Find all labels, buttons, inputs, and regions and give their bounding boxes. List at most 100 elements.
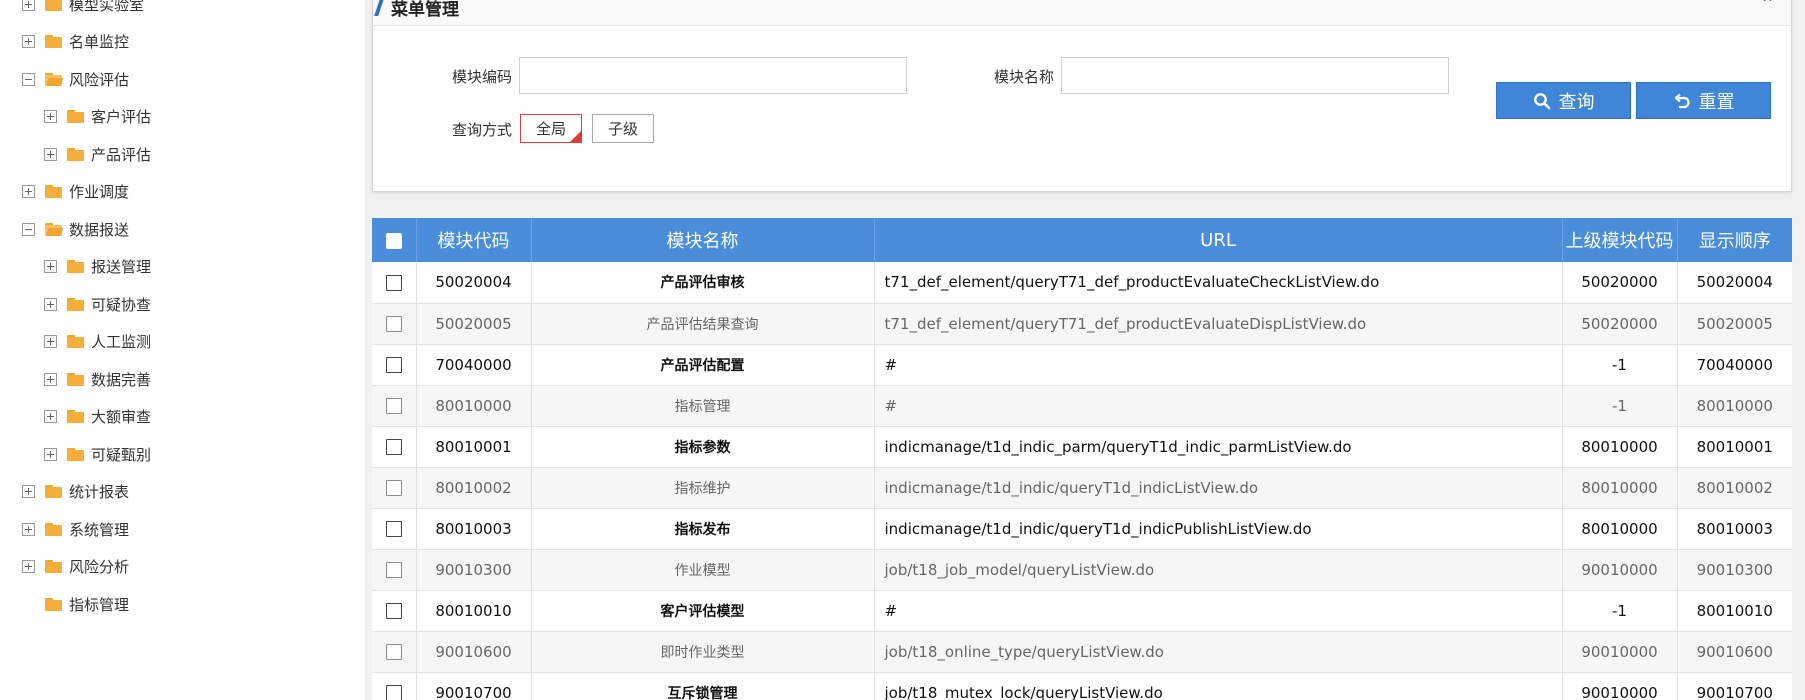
table-row[interactable]: 50020005 产品评估结果查询 t71_def_element/queryT71… xyxy=(372,303,1792,345)
table-row[interactable]: 80010002 指标维护 indicmanage/t1d_indic/queryT… xyxy=(372,467,1792,509)
sidebar-item[interactable]: 大额审查 xyxy=(44,402,151,432)
folder-icon xyxy=(45,185,62,198)
folder-icon xyxy=(45,597,62,611)
row-checkbox[interactable] xyxy=(385,274,402,291)
cell-parent-code: 80010000 xyxy=(1562,467,1678,509)
row-select-cell xyxy=(372,590,417,632)
table-row[interactable]: 80010010 客户评估模型 # -1 80010010 xyxy=(372,590,1792,632)
query-mode-label: 查询方式 xyxy=(452,121,513,139)
sidebar-item-label: 可疑甄别 xyxy=(91,445,152,464)
row-checkbox[interactable] xyxy=(385,562,402,578)
row-checkbox[interactable] xyxy=(385,603,402,619)
row-checkbox[interactable] xyxy=(385,439,402,455)
expand-icon[interactable] xyxy=(22,35,35,48)
table-row[interactable]: 90010600 即时作业类型 job/t18_online_type/queryL… xyxy=(372,631,1792,673)
cell-url: indicmanage/t1d_indic/queryT1d_indicList… xyxy=(874,467,1563,509)
table-row[interactable]: 90010700 互斥锁管理 job/t18_mutex_lock/queryLis… xyxy=(372,672,1792,700)
cell-parent-code: 90010000 xyxy=(1562,672,1678,700)
module-code-input[interactable] xyxy=(519,57,907,94)
cell-url: # xyxy=(874,590,1563,632)
row-checkbox[interactable] xyxy=(385,357,402,373)
cell-module-code: 90010300 xyxy=(416,549,532,591)
table-row[interactable]: 80010000 指标管理 # -1 80010000 xyxy=(372,385,1792,427)
cell-parent-code: -1 xyxy=(1562,590,1678,632)
row-checkbox[interactable] xyxy=(385,644,402,660)
sidebar-item[interactable]: 数据完善 xyxy=(44,364,151,394)
collapse-icon[interactable] xyxy=(22,72,35,86)
sidebar-item[interactable]: 可疑协查 xyxy=(44,289,151,319)
cell-url: # xyxy=(874,385,1563,427)
folder-icon xyxy=(45,522,62,536)
expand-icon[interactable] xyxy=(44,447,57,461)
table-row[interactable]: 90010300 作业模型 job/t18_job_model/queryListV… xyxy=(372,549,1792,591)
sidebar-item[interactable]: 作业调度 xyxy=(22,177,129,207)
cell-parent-code: 80010000 xyxy=(1562,426,1678,468)
cell-parent-code: 50020000 xyxy=(1562,303,1678,345)
expand-icon[interactable] xyxy=(44,147,57,161)
query-mode-global-button[interactable]: 全局 xyxy=(520,114,582,143)
sidebar-item[interactable]: 风险分析 xyxy=(22,552,129,582)
sidebar-item[interactable]: 名单监控 xyxy=(22,27,129,57)
column-header-order[interactable]: 显示顺序 xyxy=(1677,218,1792,262)
row-select-cell xyxy=(372,508,417,550)
sidebar-item-label: 数据完善 xyxy=(91,370,152,389)
module-code-label: 模块编码 xyxy=(452,68,513,86)
select-all-checkbox[interactable] xyxy=(385,232,402,249)
expand-icon[interactable] xyxy=(22,185,35,198)
column-header-parent[interactable]: 上级模块代码 xyxy=(1562,218,1678,262)
cell-module-name: 作业模型 xyxy=(531,549,875,591)
query-mode-child-button[interactable]: 子级 xyxy=(592,114,654,143)
reset-button[interactable]: 重置 xyxy=(1636,82,1771,119)
collapse-icon[interactable]: ^ xyxy=(1762,0,1773,11)
sidebar-item[interactable]: 人工监测 xyxy=(44,327,151,357)
sidebar-item[interactable]: 统计报表 xyxy=(22,477,129,507)
expand-icon[interactable] xyxy=(44,260,57,273)
column-header-name[interactable]: 模块名称 xyxy=(531,218,875,262)
expand-icon[interactable] xyxy=(22,485,35,498)
row-checkbox[interactable] xyxy=(385,316,402,332)
table-row[interactable]: 70040000 产品评估配置 # -1 70040000 xyxy=(372,344,1792,386)
cell-display-order: 80010001 xyxy=(1677,426,1792,468)
sidebar-item[interactable]: 模型实验室 xyxy=(22,0,144,19)
expand-icon[interactable] xyxy=(22,560,35,573)
expand-icon[interactable] xyxy=(44,110,57,123)
expand-icon[interactable] xyxy=(44,410,57,423)
column-header-code[interactable]: 模块代码 xyxy=(416,218,532,262)
table-row[interactable]: 80010001 指标参数 indicmanage/t1d_indic_parm/q… xyxy=(372,426,1792,468)
sidebar-item-label: 风险分析 xyxy=(69,558,130,576)
row-select-cell xyxy=(372,426,417,468)
sidebar-item[interactable]: 数据报送 xyxy=(22,214,129,244)
collapse-icon[interactable] xyxy=(22,222,35,236)
search-button[interactable]: 查询 xyxy=(1496,82,1631,119)
cell-module-code: 50020004 xyxy=(416,262,532,304)
row-checkbox[interactable] xyxy=(385,521,402,537)
sidebar-item[interactable]: 产品评估 xyxy=(44,139,151,169)
expand-icon[interactable] xyxy=(44,335,57,348)
sidebar-item[interactable]: 风险评估 xyxy=(22,64,129,94)
expand-icon[interactable] xyxy=(22,0,35,11)
table-row[interactable]: 50020004 产品评估审核 t71_def_element/queryT71_d… xyxy=(372,262,1792,304)
module-name-input[interactable] xyxy=(1061,57,1449,94)
cell-display-order: 90010600 xyxy=(1677,631,1792,673)
cell-module-name: 指标参数 xyxy=(531,426,875,468)
row-checkbox[interactable] xyxy=(385,685,402,700)
column-header-url[interactable]: URL xyxy=(874,218,1563,262)
sidebar-item[interactable]: 指标管理 xyxy=(22,589,129,619)
cell-display-order: 80010000 xyxy=(1677,385,1792,427)
cell-url: t71_def_element/queryT71_def_productEval… xyxy=(874,303,1563,345)
sidebar-item[interactable]: 报送管理 xyxy=(44,252,151,282)
row-select-cell xyxy=(372,344,417,386)
sidebar-item[interactable]: 系统管理 xyxy=(22,514,129,544)
table-row[interactable]: 80010003 指标发布 indicmanage/t1d_indic/queryT… xyxy=(372,508,1792,550)
sidebar-item[interactable]: 客户评估 xyxy=(44,102,151,132)
row-checkbox[interactable] xyxy=(385,480,402,496)
expand-icon[interactable] xyxy=(44,297,57,311)
expand-icon[interactable] xyxy=(44,372,57,386)
sidebar-item-label: 风险评估 xyxy=(69,70,130,89)
table-header-row: 模块代码 模块名称 URL 上级模块代码 显示顺序 xyxy=(372,218,1792,262)
sidebar-item[interactable]: 可疑甄别 xyxy=(44,439,151,469)
row-checkbox[interactable] xyxy=(385,398,402,414)
cell-url: job/t18_job_model/queryListView.do xyxy=(874,549,1563,591)
expand-icon[interactable] xyxy=(22,522,35,536)
